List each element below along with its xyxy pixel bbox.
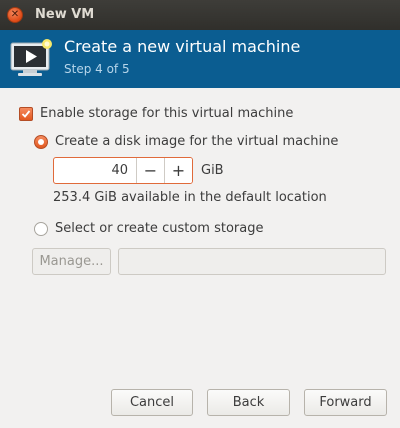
- step-indicator: Step 4 of 5: [64, 62, 130, 76]
- forward-button-label: Forward: [319, 395, 372, 410]
- back-button-label: Back: [232, 395, 265, 410]
- cancel-button-label: Cancel: [129, 395, 175, 410]
- enable-storage-checkbox[interactable]: [19, 107, 33, 121]
- close-button[interactable]: ✕: [7, 7, 23, 23]
- checkmark-icon: [21, 110, 31, 118]
- wizard-header: Create a new virtual machine Step 4 of 5: [0, 30, 400, 88]
- header-title: Create a new virtual machine: [64, 37, 301, 56]
- disk-size-input[interactable]: [54, 158, 136, 183]
- enable-storage-label[interactable]: Enable storage for this virtual machine: [40, 106, 293, 121]
- custom-storage-label[interactable]: Select or create custom storage: [55, 221, 263, 236]
- custom-storage-path-input[interactable]: [118, 248, 386, 275]
- forward-button[interactable]: Forward: [304, 389, 387, 416]
- disk-image-radio[interactable]: [34, 135, 48, 149]
- new-vm-dialog: ✕ New VM Create a new virtual machine St…: [0, 0, 400, 428]
- minus-icon: −: [143, 161, 158, 180]
- increase-size-button[interactable]: +: [164, 158, 192, 183]
- custom-storage-radio[interactable]: [34, 222, 48, 236]
- disk-image-label[interactable]: Create a disk image for the virtual mach…: [55, 134, 338, 149]
- manage-button-label: Manage...: [39, 254, 104, 269]
- decrease-size-button[interactable]: −: [136, 158, 164, 183]
- available-space-text: 253.4 GiB available in the default locat…: [53, 190, 327, 205]
- disk-size-spinner[interactable]: − +: [53, 157, 193, 184]
- plus-icon: +: [171, 161, 186, 180]
- close-icon: ✕: [10, 9, 20, 20]
- size-unit-label: GiB: [201, 163, 224, 178]
- manage-button[interactable]: Manage...: [32, 248, 111, 275]
- virtual-machine-icon: [8, 33, 56, 85]
- back-button[interactable]: Back: [207, 389, 290, 416]
- window-title: New VM: [35, 7, 95, 22]
- title-bar: ✕ New VM: [0, 0, 400, 30]
- cancel-button[interactable]: Cancel: [111, 389, 193, 416]
